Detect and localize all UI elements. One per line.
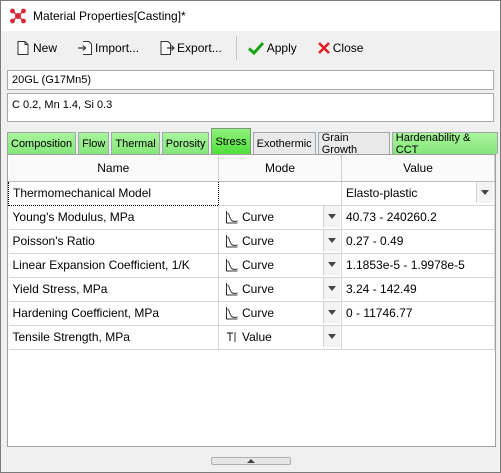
table-row[interactable]: Yield Stress, MPa Curve 3.24 - 142.49 [8,277,495,302]
property-value-cell[interactable]: 1.1853e-5 - 1.9978e-5 [341,253,495,278]
property-mode-cell[interactable]: Curve [218,277,342,302]
text-value-icon [227,332,236,342]
export-button[interactable]: Export... [155,35,226,61]
new-button-label: New [33,41,58,55]
curve-icon [226,307,238,320]
value-dropdown-button[interactable] [476,182,493,203]
property-tabs: Composition Flow Thermal Porosity Stress… [7,128,500,156]
close-button[interactable]: Close [313,35,368,61]
mode-label: Value [242,330,272,344]
property-mode-cell[interactable]: Curve [218,301,342,326]
apply-button-label: Apply [266,41,297,55]
import-button-label: Import... [95,41,140,55]
import-icon [78,41,93,55]
property-value: Elasto-plastic [346,186,418,200]
tab-grain-growth[interactable]: Grain Growth [317,132,390,156]
mode-label: Curve [242,258,275,272]
table-row[interactable]: Poisson's Ratio Curve 0.27 - 0.49 [8,229,495,254]
property-mode-cell[interactable]: Value [218,325,342,350]
property-name-cell[interactable]: Poisson's Ratio [8,229,219,254]
property-name-cell[interactable]: Yield Stress, MPa [8,277,219,302]
mode-label: Curve [242,282,275,296]
property-name-cell[interactable]: Thermomechanical Model [8,180,219,206]
mode-dropdown-button[interactable] [323,230,340,251]
table-row[interactable]: Young's Modulus, MPa Curve 40.73 - 24026… [8,205,495,230]
close-icon [317,42,330,54]
window-title: Material Properties[Casting]* [33,9,186,23]
curve-icon [226,211,238,224]
mode-column-header[interactable]: Mode [218,155,342,182]
tab-composition[interactable]: Composition [7,132,77,154]
chevron-down-icon [328,262,336,267]
tab-hardenability-cct[interactable]: Hardenability & CCT [391,132,498,156]
panel-splitter-handle[interactable] [211,457,291,465]
property-value-cell[interactable]: 40.73 - 240260.2 [341,205,495,230]
export-icon [160,41,175,55]
curve-icon [226,283,238,296]
mode-label: Curve [242,210,275,224]
property-value-cell[interactable]: Elasto-plastic [341,181,495,206]
property-value-cell[interactable]: 3.24 - 142.49 [341,277,495,302]
property-mode-cell[interactable]: Curve [218,229,342,254]
tab-porosity[interactable]: Porosity [161,132,210,154]
property-value-cell[interactable]: 0.27 - 0.49 [341,229,495,254]
tab-thermal[interactable]: Thermal [111,132,160,154]
chevron-down-icon [481,190,489,195]
mode-dropdown-button[interactable] [323,326,340,347]
tab-exothermic[interactable]: Exothermic [252,132,316,154]
table-row[interactable]: Thermomechanical Model Elasto-plastic [8,180,495,206]
apply-button[interactable]: Apply [243,35,301,61]
grid-header-row: Name Mode Value [8,155,495,182]
curve-icon [226,235,238,248]
title-bar: Material Properties[Casting]* [1,1,500,31]
chevron-down-icon [328,334,336,339]
property-mode-cell[interactable]: Curve [218,253,342,278]
mode-dropdown-button[interactable] [323,302,340,323]
table-row[interactable]: Linear Expansion Coefficient, 1/K Curve … [8,253,495,278]
tab-stress[interactable]: Stress [211,128,251,154]
chevron-down-icon [328,214,336,219]
stress-properties-grid: Name Mode Value Thermomechanical Model E… [7,154,496,447]
mode-label: Curve [242,306,275,320]
chevron-down-icon [328,238,336,243]
new-document-icon [17,41,29,55]
property-value-cell[interactable]: 0 - 11746.77 [341,301,495,326]
molecule-app-icon [10,8,26,24]
property-name-cell[interactable]: Linear Expansion Coefficient, 1/K [8,253,219,278]
mode-dropdown-button[interactable] [323,254,340,275]
name-column-header[interactable]: Name [8,155,219,182]
toolbar: New Import... Export... Apply Close [1,31,500,65]
table-row[interactable]: Hardening Coefficient, MPa Curve 0 - 117… [8,301,495,326]
checkmark-icon [247,41,264,56]
property-value-cell[interactable] [341,325,495,350]
toolbar-separator [235,36,237,60]
property-mode-cell [218,181,342,206]
mode-label: Curve [242,234,275,248]
tab-flow[interactable]: Flow [78,132,110,154]
chevron-down-icon [328,310,336,315]
material-name-field[interactable]: 20GL (G17Mn5) [7,70,494,90]
property-name-cell[interactable]: Hardening Coefficient, MPa [8,301,219,326]
property-name-cell[interactable]: Young's Modulus, MPa [8,205,219,230]
chevron-up-icon [247,459,255,463]
export-button-label: Export... [177,41,222,55]
table-row[interactable]: Tensile Strength, MPa Value [8,325,495,350]
mode-dropdown-button[interactable] [323,206,340,227]
value-column-header[interactable]: Value [341,155,495,182]
property-name-cell[interactable]: Tensile Strength, MPa [8,325,219,350]
material-composition-field[interactable]: C 0.2, Mn 1.4, Si 0.3 [7,93,494,122]
import-button[interactable]: Import... [73,35,143,61]
close-button-label: Close [332,41,364,55]
mode-dropdown-button[interactable] [323,278,340,299]
chevron-down-icon [328,286,336,291]
curve-icon [226,259,238,272]
new-button[interactable]: New [11,35,61,61]
property-mode-cell[interactable]: Curve [218,205,342,230]
material-properties-window: Material Properties[Casting]* New Import… [0,0,501,473]
